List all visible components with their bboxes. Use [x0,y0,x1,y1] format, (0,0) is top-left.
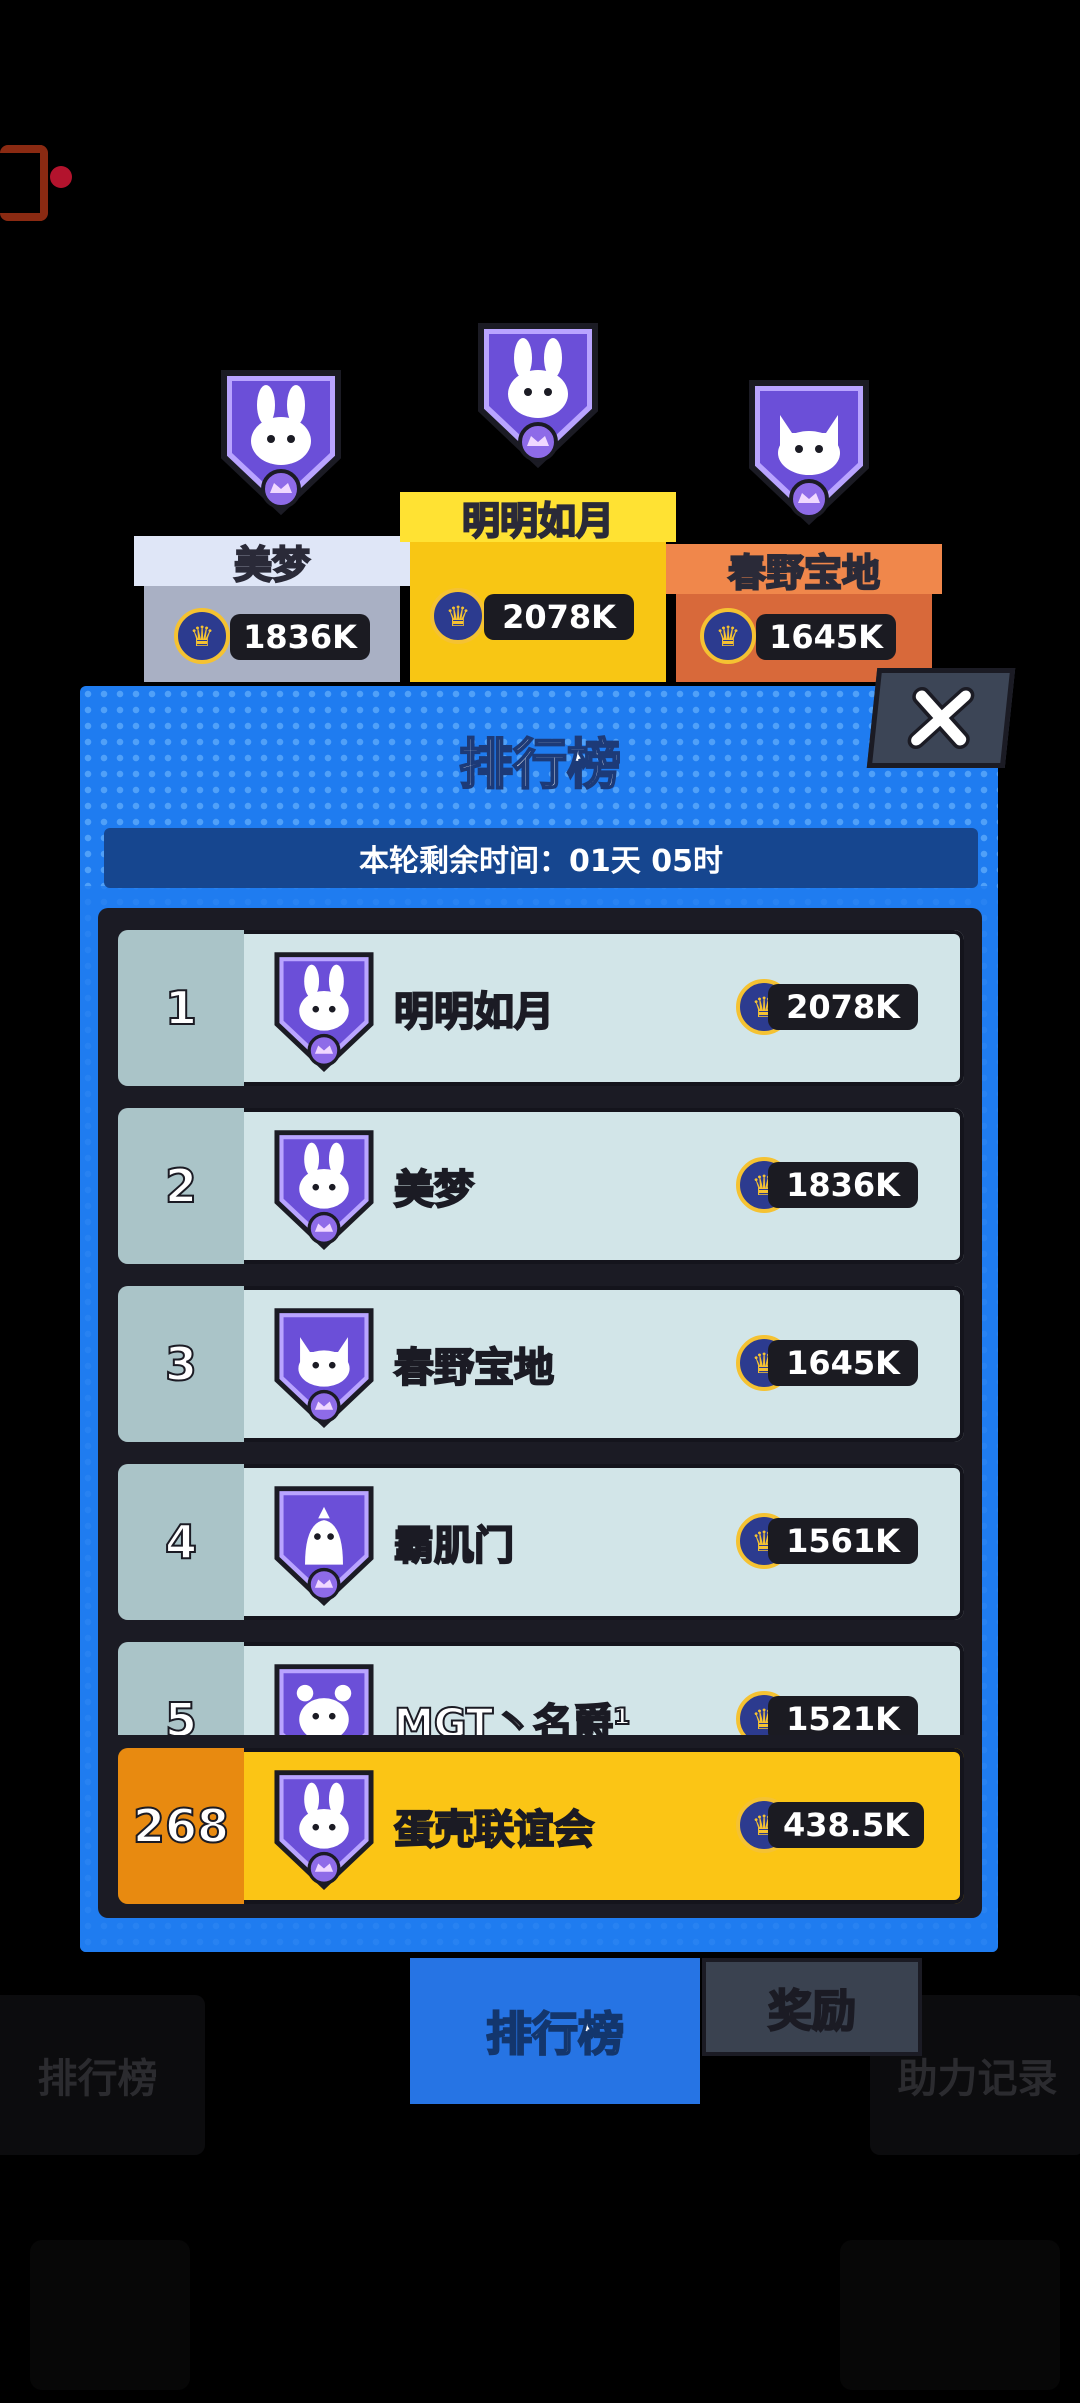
crown-coin-icon: ♛ [700,608,756,664]
podium-third-name: 春野宝地 [666,544,942,596]
rank-number: 3 [118,1286,244,1442]
background-logo [0,145,48,221]
background-tab-leaderboard: 排行榜 [0,1995,205,2155]
podium-second-name: 美梦 [134,536,410,588]
my-score: 438.5K [768,1802,924,1848]
podium-second: 美梦 ♛ 1836K [134,536,410,682]
crown-coin-icon: ♛ [174,608,230,664]
player-name: 霸肌门 [393,1522,515,1570]
rabbit-icon [272,1126,376,1254]
podium-second-avatar [218,365,344,519]
my-rank-number: 268 [118,1748,244,1904]
tab-leaderboard[interactable]: 排行榜 [410,1958,700,2104]
background-bottom-right [840,2240,1060,2390]
list-item[interactable]: 5 MGT丶名爵¹ ♛ 1521K [118,1642,964,1735]
player-name: 明明如月 [393,988,555,1036]
rabbit-icon [478,323,598,469]
podium-second-score: 1836K [230,614,370,660]
rabbit-icon [221,370,341,516]
background-logo-dot [50,166,72,188]
podium-first-name: 明明如月 [400,492,676,544]
leaderboard-list[interactable]: 1 明明如月 ♛ 2078K 2 美梦 ♛ 1836K 3 春野宝地 ♛ 164… [118,930,964,1735]
player-score: 1561K [768,1518,918,1564]
player-score: 2078K [768,984,918,1030]
player-score: 1836K [768,1162,918,1208]
podium-third-avatar [746,375,872,529]
tab-rewards[interactable]: 奖励 [702,1958,922,2056]
rank-number: 1 [118,930,244,1086]
close-button[interactable] [866,668,1016,768]
rabbit-icon [272,1766,376,1894]
rank-number: 5 [118,1642,244,1735]
player-name: 美梦 [393,1166,475,1214]
podium-first: 明明如月 ♛ 2078K [400,492,676,682]
rank-number: 4 [118,1464,244,1620]
list-item[interactable]: 1 明明如月 ♛ 2078K [118,930,964,1086]
bear-icon [272,1660,376,1735]
cat-icon [272,1304,376,1432]
podium-third-score: 1645K [756,614,896,660]
podium-third: 春野宝地 ♛ 1645K [666,544,942,682]
list-item[interactable]: 3 春野宝地 ♛ 1645K [118,1286,964,1442]
podium-first-score: 2078K [484,594,634,640]
list-item[interactable]: 2 美梦 ♛ 1836K [118,1108,964,1264]
round-timer: 本轮剩余时间：01天 05时 [104,828,978,888]
player-score: 1521K [768,1696,918,1735]
list-item[interactable]: 4 霸肌门 ♛ 1561K [118,1464,964,1620]
background-bottom-left [30,2240,190,2390]
rabbit-icon [272,948,376,1076]
podium-first-avatar [475,318,601,472]
rank-number: 2 [118,1108,244,1264]
crown-coin-icon: ♛ [430,588,486,644]
my-rank-row[interactable]: 268 蛋壳联谊会 ♛ 438.5K [118,1748,964,1904]
chick-icon [272,1482,376,1610]
close-icon [907,687,975,749]
cat-icon [749,380,869,526]
my-name: 蛋壳联谊会 [393,1806,595,1854]
player-name: 春野宝地 [393,1344,555,1392]
player-name: MGT丶名爵¹ [393,1700,632,1735]
player-score: 1645K [768,1340,918,1386]
